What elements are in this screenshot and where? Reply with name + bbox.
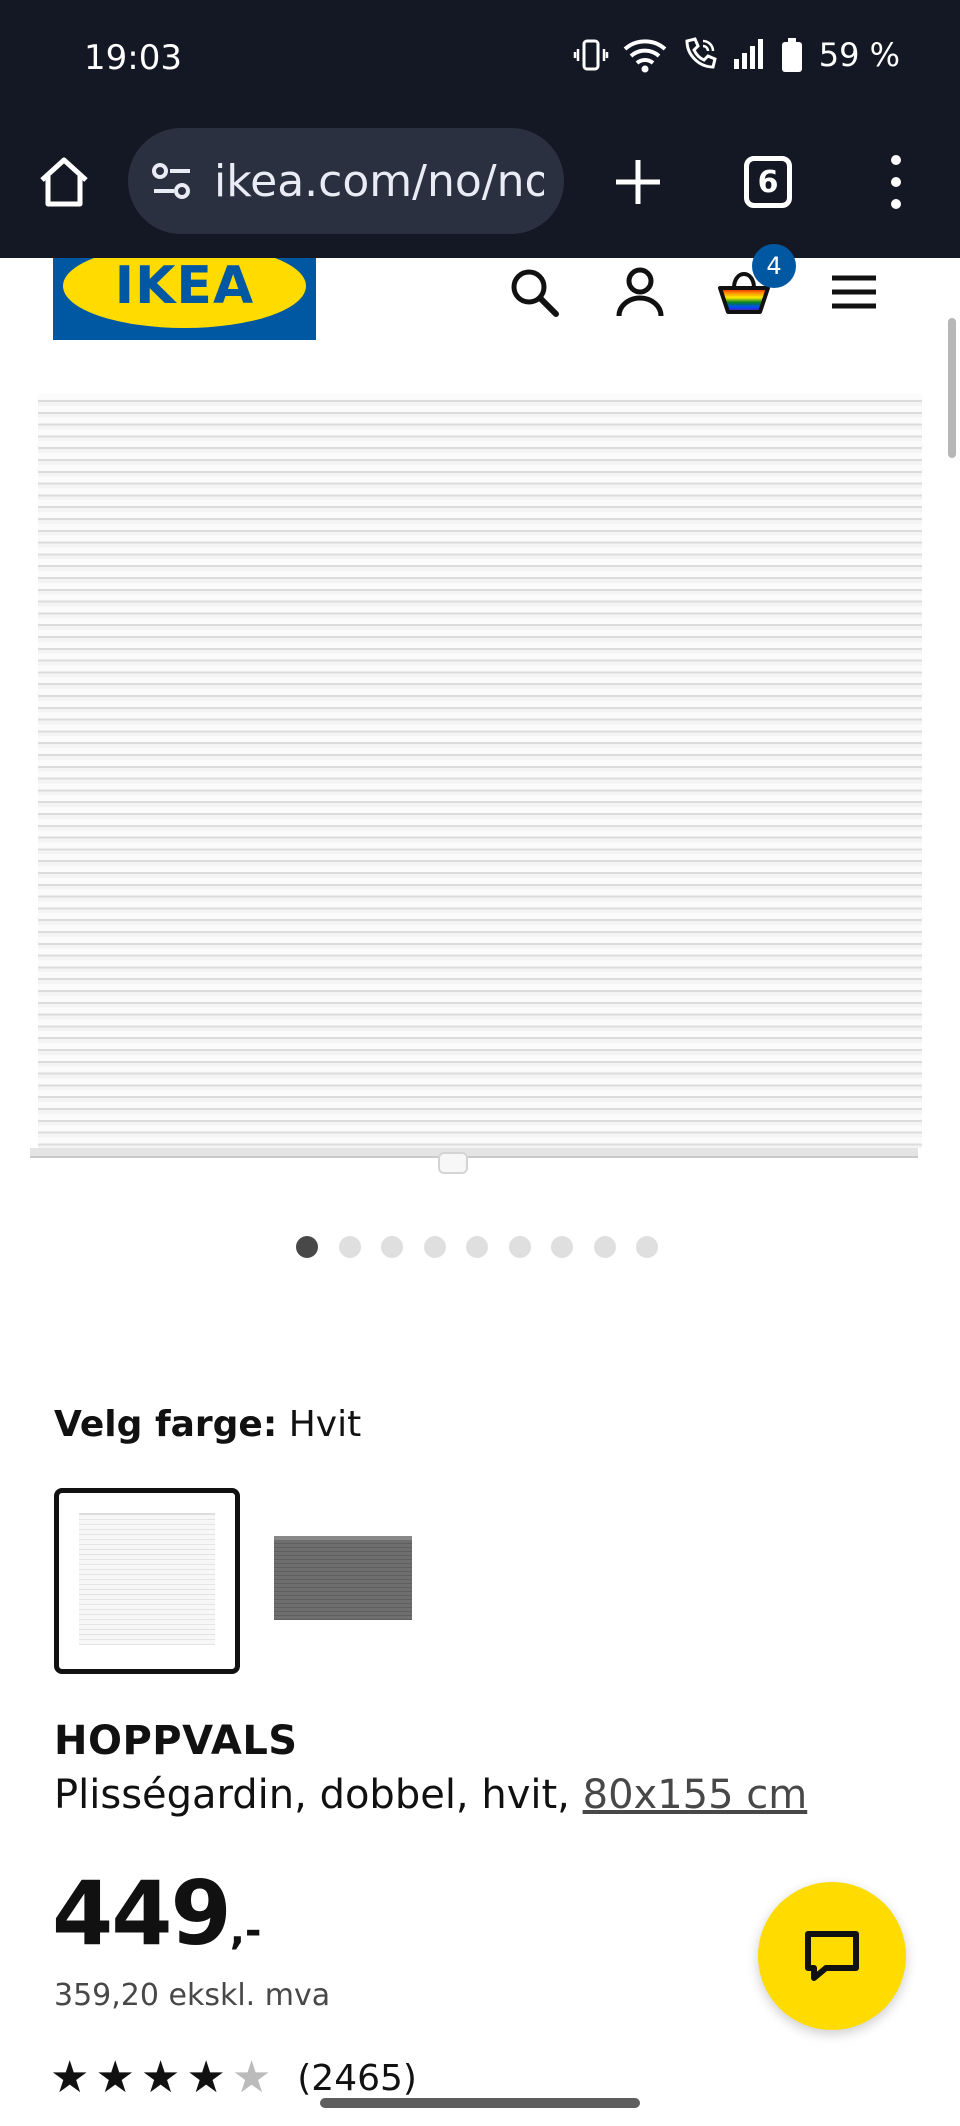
carousel-dot[interactable]: [551, 1236, 573, 1258]
star-icon: ★: [186, 2058, 226, 2098]
url-text[interactable]: ikea.com/no/no/p: [214, 156, 544, 207]
price-suffix: ,-: [229, 1908, 262, 1954]
color-swatch-white[interactable]: [54, 1488, 240, 1674]
star-icon: ★: [95, 2058, 135, 2098]
price-ex-vat: 359,20 ekskl. mva: [54, 1978, 331, 2013]
carousel-dot[interactable]: [296, 1236, 318, 1258]
ikea-logo[interactable]: IKEA: [53, 258, 316, 340]
product-image[interactable]: [30, 392, 922, 1174]
color-label-prefix: Velg farge:: [54, 1404, 278, 1445]
signal-icon: [733, 39, 763, 69]
hamburger-menu-icon[interactable]: [826, 264, 882, 320]
wifi-call-icon: [685, 37, 717, 69]
blind-bottom-rail: [30, 1148, 918, 1158]
blind-handle: [438, 1152, 468, 1174]
rating-count[interactable]: (2465): [297, 2058, 417, 2098]
product-price: 449,-: [52, 1862, 262, 1965]
chat-button[interactable]: [758, 1882, 906, 2030]
status-bar: 19:03 59 %: [0, 0, 960, 118]
carousel-dot[interactable]: [423, 1236, 446, 1258]
size-link[interactable]: 80x155 cm: [583, 1772, 808, 1818]
product-name: HOPPVALS: [54, 1718, 298, 1764]
product-rating[interactable]: ★ ★ ★ ★ ★ (2465): [50, 2058, 417, 2098]
site-settings-icon[interactable]: [150, 159, 194, 203]
product-description: Plisségardin, dobbel, hvit, 80x155 cm: [54, 1772, 807, 1818]
account-icon[interactable]: [612, 264, 668, 320]
wifi-icon: [623, 39, 667, 73]
battery-icon: [781, 38, 802, 72]
search-icon[interactable]: [506, 264, 562, 320]
color-selected-value: Hvit: [288, 1404, 362, 1445]
half-star-icon: ★: [231, 2058, 272, 2098]
site-header: IKEA 4: [0, 244, 960, 350]
cart-count-badge: 4: [752, 244, 796, 288]
color-selector-label: Velg farge: Hvit: [54, 1404, 361, 1445]
battery-level: 59 %: [818, 36, 900, 74]
carousel-dot[interactable]: [636, 1236, 658, 1258]
home-icon[interactable]: [36, 154, 92, 210]
scrollbar[interactable]: [948, 318, 956, 458]
carousel-dot[interactable]: [338, 1236, 361, 1258]
browser-toolbar: ikea.com/no/no/p 6: [0, 118, 960, 258]
vibrate-icon: [573, 39, 608, 71]
pleated-blind-image: [38, 394, 922, 1148]
new-tab-icon[interactable]: [610, 154, 666, 210]
logo-text: IKEA: [114, 258, 255, 316]
carousel-dot[interactable]: [508, 1236, 531, 1258]
white-blind-thumbnail: [79, 1513, 215, 1645]
address-bar[interactable]: ikea.com/no/no/p: [128, 128, 564, 234]
star-icon: ★: [50, 2058, 90, 2098]
gesture-nav-bar[interactable]: [320, 2098, 640, 2108]
status-icons: 59 %: [573, 36, 900, 74]
chat-icon: [805, 1931, 859, 1981]
price-main: 449: [52, 1862, 232, 1965]
status-time: 19:03: [84, 38, 182, 78]
carousel-dot[interactable]: [593, 1236, 616, 1258]
carousel-dot[interactable]: [381, 1236, 403, 1258]
star-icon: ★: [140, 2058, 181, 2098]
carousel-dot[interactable]: [466, 1236, 488, 1258]
image-carousel-dots: [296, 1236, 658, 1258]
more-menu-icon[interactable]: [878, 152, 914, 212]
tab-switcher-button[interactable]: 6: [744, 156, 792, 208]
product-description-text: Plisségardin, dobbel, hvit,: [54, 1772, 583, 1818]
color-swatch-grey[interactable]: [274, 1536, 412, 1620]
